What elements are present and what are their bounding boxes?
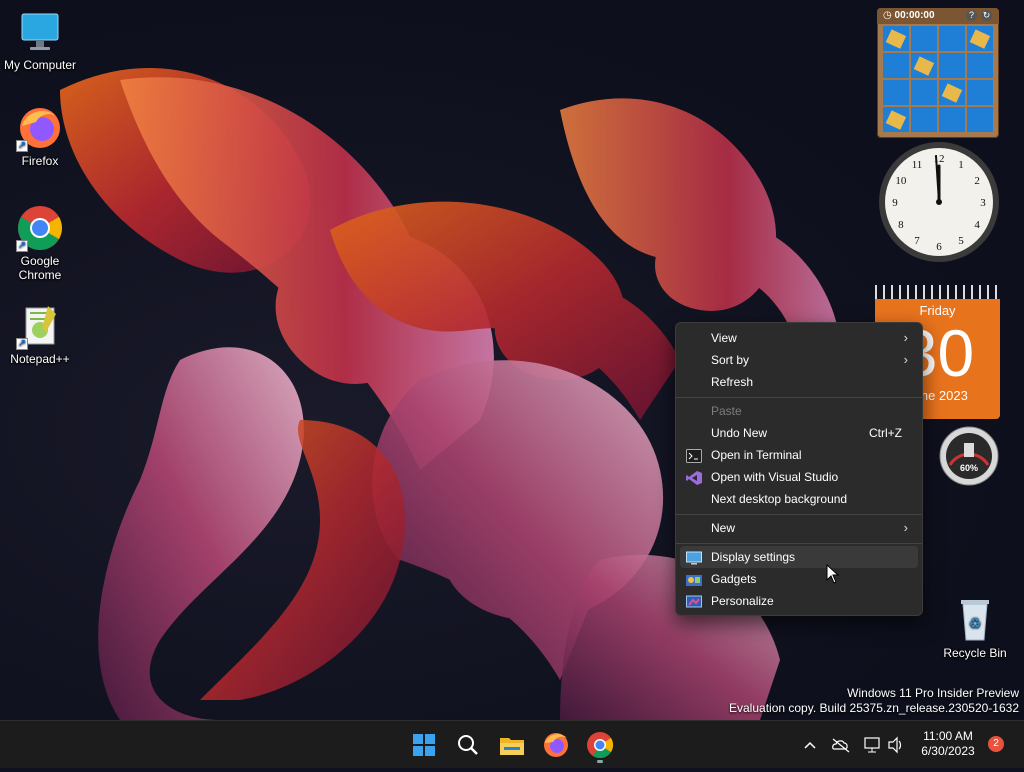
clock-numeral: 3 (980, 197, 986, 209)
chevron-up-icon (804, 741, 816, 749)
onedrive-button[interactable] (830, 721, 852, 769)
shortcut-arrow-icon: ↗ (16, 338, 28, 350)
desktop-icon-label: Notepad++ (10, 352, 70, 366)
mouse-pointer-icon (826, 563, 840, 589)
help-icon[interactable]: ? (966, 10, 977, 21)
clock-numeral: 12 (934, 153, 945, 165)
meter-percent: 60% (959, 463, 978, 473)
picture-puzzle-gadget[interactable]: ◷ 00:00:00 ? ↻ (877, 8, 999, 138)
calendar-rings (875, 285, 1000, 299)
chrome-icon (587, 732, 614, 759)
desktop-icon-label: Firefox (21, 154, 59, 168)
evaluation-watermark: Windows 11 Pro Insider Preview Evaluatio… (729, 686, 1019, 716)
clock-numeral: 10 (895, 175, 907, 187)
start-button[interactable] (408, 729, 440, 761)
menu-item-paste: Paste (711, 404, 742, 418)
menu-separator (676, 514, 922, 515)
recycle-bin-icon: ♻ (951, 596, 999, 644)
menu-item-gadgets[interactable]: Gadgets (680, 568, 918, 590)
menu-item-view[interactable]: View › (680, 327, 918, 349)
memory-icon (964, 443, 974, 457)
svg-text:♻: ♻ (969, 615, 982, 631)
firefox-icon: ↗ (16, 104, 64, 152)
desktop-icon-label: Recycle Bin (943, 646, 1007, 660)
personalize-icon (686, 594, 702, 608)
clock-numeral: 7 (914, 235, 920, 247)
shortcut-arrow-icon: ↗ (16, 140, 28, 152)
menu-item-open-in-terminal[interactable]: Open in Terminal (680, 444, 918, 466)
file-explorer-button[interactable] (496, 729, 528, 761)
shortcut-arrow-icon: ↗ (16, 240, 28, 252)
network-button[interactable] (862, 721, 882, 769)
clock-numeral: 8 (898, 219, 904, 231)
notepad-plus-plus-icon: ↗ (16, 302, 64, 350)
chrome-icon: ↗ (16, 204, 64, 252)
computer-icon (16, 8, 64, 56)
watermark-line-2: Evaluation copy. Build 25375.zn_release.… (729, 701, 1019, 715)
notification-badge[interactable]: 2 (988, 736, 1004, 752)
taskbar-date: 6/30/2023 (921, 744, 975, 758)
chrome-taskbar-button[interactable] (584, 729, 616, 761)
cloud-offline-icon (832, 738, 850, 753)
desktop-icon-label: Google Chrome (18, 254, 62, 282)
timer-icon: ◷ (883, 10, 895, 21)
desktop-icon-google-chrome[interactable]: ↗ Google Chrome (0, 204, 80, 282)
clock-gadget[interactable]: 12 1 2 3 4 5 6 7 8 9 10 11 (877, 140, 1001, 264)
menu-shortcut: Ctrl+Z (869, 426, 902, 440)
firefox-taskbar-button[interactable] (540, 729, 572, 761)
network-icon (864, 737, 880, 753)
menu-item-refresh[interactable]: Refresh (680, 371, 918, 393)
active-app-indicator (597, 760, 603, 763)
display-icon (686, 550, 702, 565)
menu-item-open-with-visual-studio[interactable]: Open with Visual Studio (680, 466, 918, 488)
taskbar: 11:00 AM 6/30/2023 (0, 720, 1024, 768)
desktop-icon-label: My Computer (3, 58, 77, 72)
firefox-icon (544, 733, 568, 757)
menu-item-display-settings[interactable]: Display settings (680, 546, 918, 568)
speaker-icon (888, 736, 902, 754)
gadgets-icon (686, 572, 702, 586)
clock-numeral: 2 (974, 175, 980, 187)
menu-separator (676, 397, 922, 398)
puzzle-grid[interactable] (883, 26, 993, 132)
cpu-meter-gadget[interactable]: 60% (938, 425, 1000, 487)
menu-item-sort-by[interactable]: Sort by › (680, 349, 918, 371)
menu-item-new[interactable]: New › (680, 517, 918, 539)
menu-item-undo-new[interactable]: Undo New Ctrl+Z (680, 422, 918, 444)
clock-numeral: 4 (974, 219, 980, 231)
taskbar-clock[interactable]: 11:00 AM 6/30/2023 (912, 729, 984, 759)
terminal-icon (686, 448, 702, 463)
visual-studio-icon (686, 470, 702, 485)
start-icon (413, 734, 435, 756)
shuffle-icon[interactable]: ↻ (981, 10, 992, 21)
clock-numeral: 9 (892, 197, 898, 209)
clock-numeral: 11 (912, 159, 923, 171)
search-button[interactable] (452, 729, 484, 761)
search-icon (458, 735, 478, 755)
menu-item-next-desktop-background[interactable]: Next desktop background (680, 488, 918, 510)
watermark-line-1: Windows 11 Pro Insider Preview (847, 686, 1019, 700)
desktop-icon-recycle-bin[interactable]: ♻ Recycle Bin (935, 596, 1015, 660)
menu-item-personalize[interactable]: Personalize (680, 590, 918, 612)
desktop-icon-my-computer[interactable]: My Computer (0, 8, 80, 72)
desktop-context-menu: View › Sort by › Refresh Paste Undo New … (675, 322, 923, 616)
clock-numeral: 5 (958, 235, 964, 247)
chevron-right-icon: › (903, 520, 908, 535)
file-explorer-icon (500, 738, 524, 755)
volume-button[interactable] (886, 721, 906, 769)
chevron-right-icon: › (903, 330, 908, 345)
menu-separator (676, 543, 922, 544)
clock-numeral: 1 (958, 159, 964, 171)
show-hidden-icons-button[interactable] (800, 721, 820, 769)
desktop-icon-notepad-plus-plus[interactable]: ↗ Notepad++ (0, 302, 80, 366)
desktop-icon-firefox[interactable]: ↗ Firefox (0, 104, 80, 168)
clock-numeral: 6 (936, 241, 942, 253)
chevron-right-icon: › (903, 352, 908, 367)
taskbar-time: 11:00 AM (923, 729, 973, 743)
